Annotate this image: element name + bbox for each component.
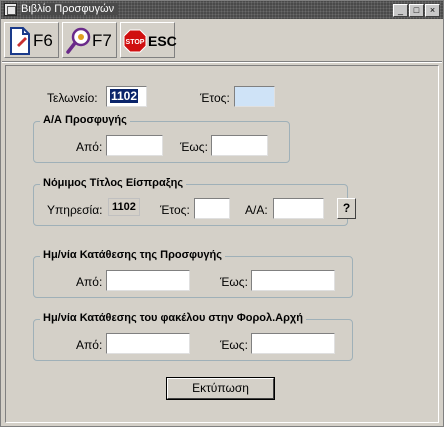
app-icon: [4, 3, 17, 16]
esc-exit-button[interactable]: STOP ESC: [120, 22, 177, 58]
date-fakelou-to-input[interactable]: [251, 333, 335, 354]
new-document-icon: [10, 27, 30, 55]
date-fakelou-title: Ημ/νία Κατάθεσης του φακέλου στην Φορολ.…: [40, 312, 306, 324]
stop-sign-icon: STOP: [123, 29, 147, 53]
date-fakelou-from-input[interactable]: [106, 333, 190, 354]
aa-to-input[interactable]: [211, 135, 268, 156]
date-fakelou-group: Ημ/νία Κατάθεσης του φακέλου στην Φορολ.…: [33, 312, 353, 361]
aa-from-input[interactable]: [106, 135, 163, 156]
f7-search-button[interactable]: F7: [62, 22, 117, 58]
help-lookup-button[interactable]: ?: [337, 198, 356, 219]
date-prosfygis-from-input[interactable]: [106, 270, 190, 291]
maximize-button[interactable]: □: [409, 4, 424, 17]
titlos-etos-label: Έτος:: [160, 203, 190, 217]
date-prosfygis-to-input[interactable]: [251, 270, 335, 291]
titlos-etos-input[interactable]: [194, 198, 230, 219]
date-prosfygis-title: Ημ/νία Κατάθεσης της Προσφυγής: [40, 249, 225, 261]
print-button[interactable]: Εκτύπωση: [166, 377, 275, 400]
close-button[interactable]: ×: [425, 4, 440, 17]
magnifier-icon: [66, 27, 91, 54]
report-window: Βιβλίο Προσφυγών _ □ × F6 F7 STOP ESC Τε…: [0, 0, 444, 427]
titlos-service-value: 1102: [108, 198, 140, 216]
form-panel: Τελωνείο: 1102 Έτος: Α/Α Προσφυγής Από: …: [5, 65, 439, 423]
aa-group: Α/Α Προσφυγής Από: Έως:: [33, 114, 290, 163]
date-prosfygis-to-label: Έως:: [220, 275, 248, 289]
minimize-button[interactable]: _: [393, 4, 408, 17]
date-fakelou-to-label: Έως:: [220, 338, 248, 352]
aa-from-label: Από:: [76, 140, 103, 154]
title-bar[interactable]: Βιβλίο Προσφυγών _ □ ×: [1, 1, 443, 19]
f6-new-button[interactable]: F6: [4, 22, 59, 58]
toolbar-separator: [2, 61, 442, 63]
svg-text:STOP: STOP: [126, 39, 145, 46]
date-prosfygis-group: Ημ/νία Κατάθεσης της Προσφυγής Από: Έως:: [33, 249, 353, 298]
window-title: Βιβλίο Προσφυγών: [21, 3, 119, 15]
titlos-group-title: Νόμιμος Τίτλος Είσπραξης: [40, 177, 187, 189]
titlos-group: Νόμιμος Τίτλος Είσπραξης Υπηρεσία: 1102 …: [33, 177, 356, 226]
telonio-label: Τελωνείο:: [47, 91, 98, 105]
titlos-aa-label: Α/Α:: [245, 203, 268, 217]
toolbar: F6 F7 STOP ESC: [2, 21, 442, 59]
etos-input[interactable]: [234, 86, 275, 107]
date-prosfygis-from-label: Από:: [76, 275, 103, 289]
titlos-service-label: Υπηρεσία:: [47, 203, 103, 217]
date-fakelou-from-label: Από:: [76, 338, 103, 352]
aa-to-label: Έως:: [180, 140, 208, 154]
etos-label: Έτος:: [200, 91, 230, 105]
aa-group-title: Α/Α Προσφυγής: [40, 114, 130, 126]
telonio-input[interactable]: 1102: [106, 86, 147, 107]
titlos-aa-input[interactable]: [273, 198, 324, 219]
